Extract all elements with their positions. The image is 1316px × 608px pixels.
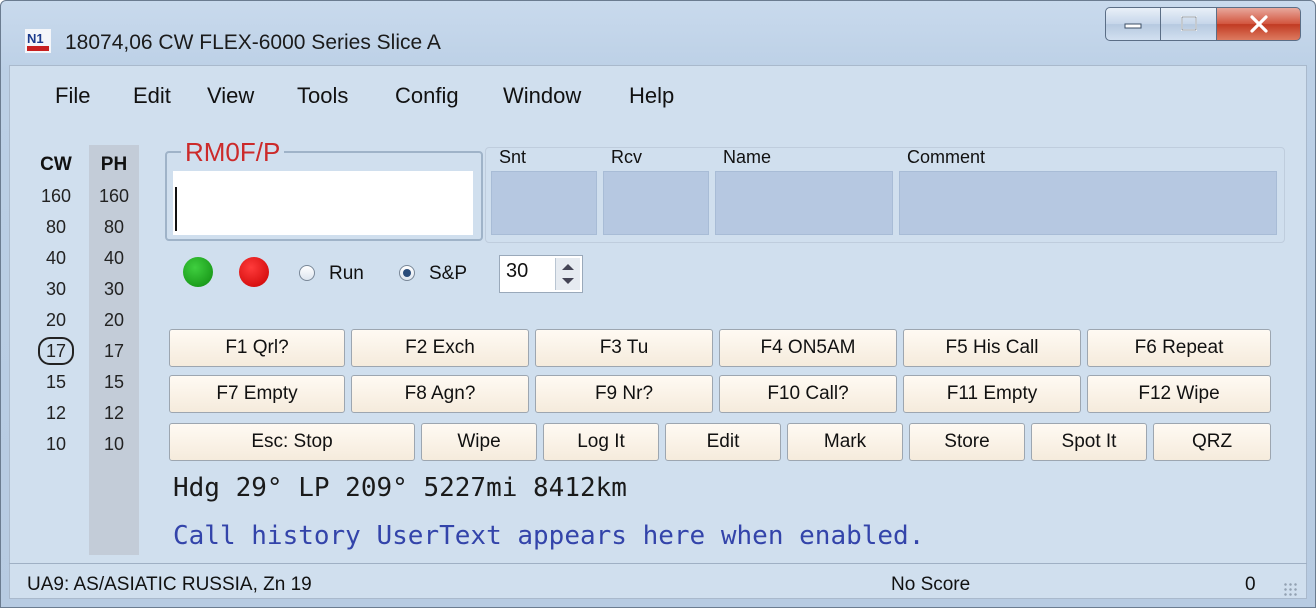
heading-info: Hdg 29° LP 209° 5227mi 8412km [173,473,627,503]
comment-label: Comment [907,147,986,167]
speed-value: 30 [506,260,529,282]
close-button[interactable] [1217,7,1301,41]
callsign-input[interactable] [173,171,473,235]
text-cursor [175,187,177,231]
cw-band-12[interactable]: 12 [31,398,81,429]
cw-band-160[interactable]: 160 [31,181,81,212]
minimize-button[interactable] [1105,7,1161,41]
menu-help[interactable]: Help [629,83,674,109]
red-status-light [239,257,269,287]
run-label: Run [329,263,364,284]
spot-it-button[interactable]: Spot It [1031,423,1147,461]
status-count: 0 [1245,574,1256,595]
menu-bar: File Edit View Tools Config Window Help [9,67,1305,127]
f4-button[interactable]: F4 ON5AM [719,329,897,367]
ph-band-80[interactable]: 80 [89,212,139,243]
title-bar[interactable]: N1 18074,06 CW FLEX-6000 Series Slice A [1,1,1315,65]
cw-band-80[interactable]: 80 [31,212,81,243]
resize-grip-icon[interactable] [1283,582,1299,598]
store-button[interactable]: Store [909,423,1025,461]
ph-band-10[interactable]: 10 [89,429,139,460]
spinner-buttons[interactable] [555,258,580,290]
cw-band-10[interactable]: 10 [31,429,81,460]
cw-band-40[interactable]: 40 [31,243,81,274]
cw-band-30[interactable]: 30 [31,274,81,305]
close-icon [1249,15,1268,33]
callsign-label: RM0F/P [181,137,285,168]
comment-field[interactable] [899,171,1277,235]
cw-band-17-selected[interactable]: 17 [31,336,81,367]
sp-label: S&P [429,263,468,284]
maximize-icon [1180,16,1197,31]
ph-band-column: PH 160 80 40 30 20 17 15 12 10 [89,145,139,555]
minimize-icon [1124,23,1142,29]
window-controls [1105,7,1301,43]
esc-stop-button[interactable]: Esc: Stop [169,423,415,461]
f7-button[interactable]: F7 Empty [169,375,345,413]
snt-label: Snt [499,147,527,167]
green-status-light [183,257,213,287]
rcv-field[interactable] [603,171,709,235]
ph-band-40[interactable]: 40 [89,243,139,274]
f12-button[interactable]: F12 Wipe [1087,375,1271,413]
spin-down-icon[interactable] [562,278,574,284]
radio-selected-dot [403,269,411,277]
f3-button[interactable]: F3 Tu [535,329,713,367]
ph-band-12[interactable]: 12 [89,398,139,429]
log-it-button[interactable]: Log It [543,423,659,461]
f6-button[interactable]: F6 Repeat [1087,329,1271,367]
f2-button[interactable]: F2 Exch [351,329,529,367]
qrz-button[interactable]: QRZ [1153,423,1271,461]
maximize-button[interactable] [1161,7,1217,41]
cw-band-20[interactable]: 20 [31,305,81,336]
menu-file[interactable]: File [55,83,90,109]
ph-header: PH [100,154,128,175]
ph-band-30[interactable]: 30 [89,274,139,305]
ph-band-20[interactable]: 20 [89,305,139,336]
f8-button[interactable]: F8 Agn? [351,375,529,413]
menu-edit[interactable]: Edit [133,83,171,109]
cw-band-column: CW 160 80 40 30 20 17 15 12 10 [31,145,81,460]
spin-up-icon[interactable] [562,264,574,270]
f10-button[interactable]: F10 Call? [719,375,897,413]
f5-button[interactable]: F5 His Call [903,329,1081,367]
selected-band-label: 17 [37,337,75,365]
f11-button[interactable]: F11 Empty [903,375,1081,413]
window-title: 18074,06 CW FLEX-6000 Series Slice A [65,31,441,54]
f1-button[interactable]: F1 Qrl? [169,329,345,367]
speed-spinner[interactable]: 30 [499,255,583,293]
n1mm-logo-icon: N1 [25,29,51,53]
edit-button[interactable]: Edit [665,423,781,461]
app-window: N1 18074,06 CW FLEX-6000 Series Slice A … [0,0,1316,608]
menu-config[interactable]: Config [395,83,459,109]
f9-button[interactable]: F9 Nr? [535,375,713,413]
call-history-text: Call history UserText appears here when … [173,521,925,551]
name-field[interactable] [715,171,893,235]
status-prefix-info: UA9: AS/ASIATIC RUSSIA, Zn 19 [27,574,312,595]
cw-header: CW [40,154,72,175]
menu-view[interactable]: View [207,83,254,109]
name-label: Name [723,147,772,167]
ph-band-160[interactable]: 160 [89,181,139,212]
ph-band-15[interactable]: 15 [89,367,139,398]
svg-text:N1: N1 [27,31,44,46]
sp-radio[interactable] [399,265,415,281]
mark-button[interactable]: Mark [787,423,903,461]
rcv-label: Rcv [611,147,642,167]
status-bar: UA9: AS/ASIATIC RUSSIA, Zn 19 No Score 0 [9,563,1307,604]
ph-band-17[interactable]: 17 [89,336,139,367]
menu-tools[interactable]: Tools [297,83,348,109]
status-score: No Score [891,574,971,595]
band-selector: CW 160 80 40 30 20 17 15 12 10 PH 160 80… [31,145,151,555]
wipe-button[interactable]: Wipe [421,423,537,461]
cw-band-15[interactable]: 15 [31,367,81,398]
snt-field[interactable] [491,171,597,235]
run-radio[interactable] [299,265,315,281]
menu-window[interactable]: Window [503,83,581,109]
